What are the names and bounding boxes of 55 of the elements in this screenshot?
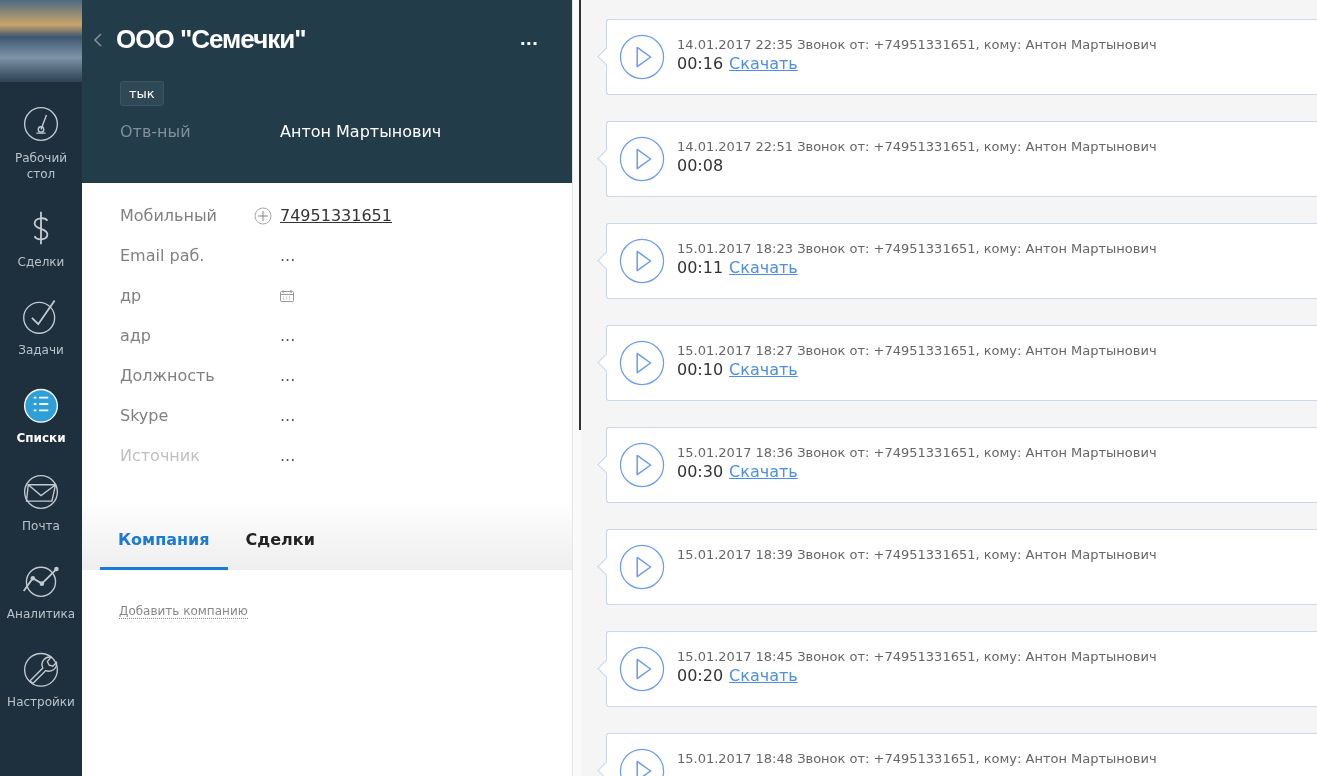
field-label: Источник (120, 446, 201, 465)
call-header: 15.01.2017 18:36 Звонок от: +74951331651, кому: Антон Мартынович (677, 445, 1157, 460)
field-label: Мобильный (120, 206, 218, 225)
tab[interactable]: Компания (100, 530, 228, 570)
dashboard-icon (21, 104, 61, 144)
plus-icon[interactable] (254, 206, 272, 225)
tag[interactable]: тык (120, 81, 164, 106)
call-duration: 00:20 (677, 666, 724, 685)
play-icon[interactable] (619, 442, 665, 488)
phone-link[interactable]: 74951331651 (280, 206, 392, 225)
call-header: 15.01.2017 18:23 Звонок от: +74951331651, кому: Антон Мартынович (677, 241, 1157, 256)
call-header: 15.01.2017 18:27 Звонок от: +74951331651, кому: Антон Мартынович (677, 343, 1157, 358)
field-value[interactable]: ... (280, 406, 296, 425)
field-value[interactable]: Антон Мартынович (280, 122, 442, 141)
play-icon[interactable] (619, 238, 665, 284)
nav-item[interactable]: Почта (0, 454, 82, 542)
calendar-icon[interactable] (280, 289, 294, 302)
more-button[interactable]: ... (519, 30, 538, 49)
field-value[interactable]: ... (280, 246, 296, 265)
add-company-link[interactable]: Добавить компанию (119, 604, 248, 619)
play-icon[interactable] (619, 34, 665, 80)
nav-item[interactable]: Аналитика (0, 542, 82, 630)
play-icon[interactable] (619, 646, 665, 692)
field-label: Должность (120, 366, 216, 385)
call-duration: 00:11 (677, 258, 724, 277)
play-icon[interactable] (619, 340, 665, 386)
field-value[interactable]: ... (280, 326, 296, 345)
company-title: ООО "Семечки" (116, 24, 307, 55)
field-value[interactable]: ... (280, 446, 296, 465)
call-duration: 00:10 (677, 360, 724, 379)
call-duration: 00:30 (677, 462, 724, 481)
field-value[interactable]: ... (280, 366, 296, 385)
call-header: 14.01.2017 22:51 Звонок от: +74951331651, кому: Антон Мартынович (677, 139, 1157, 154)
play-icon[interactable] (619, 136, 665, 182)
nav-item[interactable]: Настройки (0, 630, 82, 718)
envelope-icon (21, 472, 61, 512)
back-icon[interactable] (94, 32, 102, 47)
call-duration: 00:16 (677, 54, 724, 73)
call-header: 15.01.2017 18:45 Звонок от: +74951331651, кому: Антон Мартынович (677, 649, 1157, 664)
call-duration: 00:08 (677, 156, 724, 175)
scrollbar[interactable] (572, 0, 581, 776)
field-label: адр (120, 326, 153, 345)
call-header: 14.01.2017 22:35 Звонок от: +74951331651, кому: Антон Мартынович (677, 37, 1157, 52)
nav-item[interactable]: Сделки (0, 190, 82, 278)
field-label: Отв-ный (120, 122, 192, 141)
field-label: др (120, 286, 143, 305)
play-icon[interactable] (619, 544, 665, 590)
field-label: Email раб. (120, 246, 206, 265)
field-label: Skype (120, 406, 170, 425)
tab[interactable]: Сделки (227, 530, 333, 570)
nav-item[interactable]: Рабочий стол (0, 82, 82, 190)
nav-item[interactable]: Списки (0, 366, 82, 454)
call-header: 15.01.2017 18:39 Звонок от: +74951331651, кому: Антон Мартынович (677, 547, 1157, 562)
call-header: 15.01.2017 18:48 Звонок от: +74951331651, кому: Антон Мартынович (677, 751, 1157, 766)
nav-item[interactable]: Задачи (0, 278, 82, 366)
